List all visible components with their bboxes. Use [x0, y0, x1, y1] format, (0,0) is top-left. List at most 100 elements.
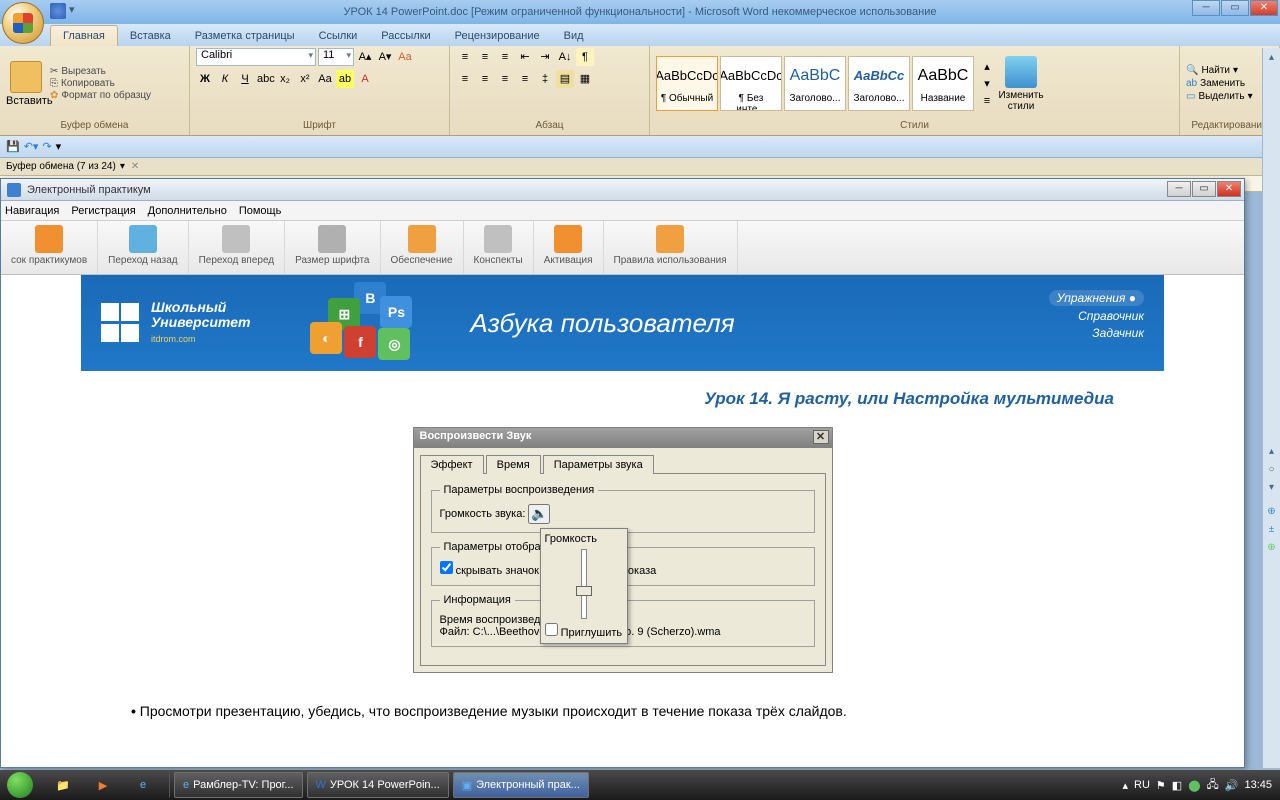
paste-button[interactable]: Вставить [6, 59, 46, 107]
task-word[interactable]: WУРОК 14 PowerPoin... [307, 772, 449, 798]
pin-explorer[interactable]: 📁 [44, 772, 82, 798]
style-nospacing[interactable]: AaBbCcDc¶ Без инте... [720, 56, 782, 111]
tb-rules[interactable]: Правила использования [604, 221, 738, 274]
lang-indicator[interactable]: RU [1134, 779, 1150, 791]
tb-fontsize[interactable]: Размер шрифта [285, 221, 380, 274]
gallery-more-button[interactable]: ≡ [978, 92, 996, 108]
menu-nav[interactable]: Навигация [5, 205, 59, 217]
pin-ie[interactable]: e [124, 772, 162, 798]
scroll-up-icon[interactable]: ▴ [1265, 52, 1279, 66]
font-color-button[interactable]: A [356, 70, 374, 88]
redo-button[interactable]: ↷ [42, 140, 51, 153]
zoom-plus-icon[interactable]: ⊕ [1265, 542, 1279, 556]
dlg-tab-effect[interactable]: Эффект [420, 455, 484, 474]
pane-close-button[interactable]: ✕ [131, 161, 139, 172]
qat-more-button[interactable]: ▾ [56, 140, 62, 153]
pw-close-button[interactable]: ✕ [1217, 181, 1241, 197]
task-rambler[interactable]: eРамблер-TV: Прог... [174, 772, 303, 798]
pw-maximize-button[interactable]: ▭ [1192, 181, 1216, 197]
link-exercises[interactable]: Упражнения ● [1049, 290, 1144, 306]
browse-next-icon[interactable]: ▾ [1265, 482, 1279, 496]
save-icon[interactable]: 💾 [6, 140, 20, 153]
browse-prev-icon[interactable]: ▴ [1265, 446, 1279, 460]
bold-button[interactable]: Ж [196, 70, 214, 88]
numbering-button[interactable]: ≡ [476, 48, 494, 66]
tab-review[interactable]: Рецензирование [443, 26, 552, 46]
tray-icon-3[interactable]: ⬤ [1188, 779, 1200, 792]
task-practicum[interactable]: ▣Электронный прак... [453, 772, 589, 798]
select-button[interactable]: ▭Выделить ▾ [1186, 91, 1253, 102]
style-title[interactable]: AaBbCНазвание [912, 56, 974, 111]
line-spacing-button[interactable]: ‡ [536, 70, 554, 88]
style-h1[interactable]: AaBbCЗаголово... [784, 56, 846, 111]
dialog-close-button[interactable]: ✕ [813, 430, 829, 444]
pin-player[interactable]: ▶ [84, 772, 122, 798]
word-maximize-button[interactable]: ▭ [1221, 0, 1249, 16]
format-painter-button[interactable]: ✿Формат по образцу [50, 90, 151, 101]
tab-view[interactable]: Вид [552, 26, 596, 46]
office-button[interactable] [2, 2, 44, 44]
start-button[interactable] [0, 770, 40, 800]
tab-refs[interactable]: Ссылки [307, 26, 370, 46]
find-button[interactable]: 🔍Найти ▾ [1186, 65, 1253, 76]
tab-mail[interactable]: Рассылки [369, 26, 442, 46]
align-right-button[interactable]: ≡ [496, 70, 514, 88]
strike-button[interactable]: abc [256, 70, 274, 88]
mute-checkbox[interactable]: Приглушить [545, 627, 623, 639]
borders-button[interactable]: ▦ [576, 70, 594, 88]
style-normal[interactable]: AaBbCcDc¶ Обычный [656, 56, 718, 111]
vertical-scrollbar[interactable]: ▴ ▴ ○ ▾ ⊕ ± ⊕ [1262, 48, 1280, 768]
shrink-font-button[interactable]: A▾ [376, 48, 394, 66]
volume-slider[interactable] [581, 549, 587, 619]
link-problems[interactable]: Задачник [1049, 326, 1144, 340]
align-left-button[interactable]: ≡ [456, 70, 474, 88]
menu-reg[interactable]: Регистрация [71, 205, 135, 217]
style-h2[interactable]: AaBbCcЗаголово... [848, 56, 910, 111]
qat-dropdown-icon[interactable]: ▾ [69, 3, 85, 19]
font-name-combo[interactable]: Calibri [196, 48, 316, 66]
tb-list[interactable]: сок практикумов [1, 221, 98, 274]
volume-button[interactable]: 🔈 [528, 504, 550, 524]
tb-back[interactable]: Переход назад [98, 221, 188, 274]
replace-button[interactable]: abЗаменить [1186, 78, 1253, 89]
justify-button[interactable]: ≡ [516, 70, 534, 88]
align-center-button[interactable]: ≡ [476, 70, 494, 88]
tb-activate[interactable]: Активация [534, 221, 604, 274]
zoom-in-icon[interactable]: ± [1265, 524, 1279, 538]
menu-help[interactable]: Помощь [239, 205, 282, 217]
multilevel-button[interactable]: ≡ [496, 48, 514, 66]
slider-thumb[interactable] [576, 586, 592, 596]
word-minimize-button[interactable]: ─ [1192, 0, 1220, 16]
undo-button[interactable]: ↶▾ [24, 140, 39, 153]
pw-minimize-button[interactable]: ─ [1167, 181, 1191, 197]
dlg-tab-sound[interactable]: Параметры звука [543, 455, 654, 474]
browse-object-icon[interactable]: ○ [1265, 464, 1279, 478]
tray-icon-1[interactable]: ⚑ [1156, 779, 1166, 792]
highlight-button[interactable]: ab [336, 70, 354, 88]
qat-save-icon[interactable] [50, 3, 66, 19]
change-styles-button[interactable]: Изменить стили [996, 54, 1046, 112]
sort-button[interactable]: A↓ [556, 48, 574, 66]
word-close-button[interactable]: ✕ [1250, 0, 1278, 16]
gallery-down-button[interactable]: ▾ [978, 75, 996, 91]
bullets-button[interactable]: ≡ [456, 48, 474, 66]
clock[interactable]: 13:45 [1244, 779, 1272, 791]
link-reference[interactable]: Справочник [1049, 309, 1144, 323]
case-button[interactable]: Aa [316, 70, 334, 88]
indent-dec-button[interactable]: ⇤ [516, 48, 534, 66]
show-marks-button[interactable]: ¶ [576, 48, 594, 66]
indent-inc-button[interactable]: ⇥ [536, 48, 554, 66]
tb-fwd[interactable]: Переход вперед [189, 221, 286, 274]
copy-button[interactable]: ⎘Копировать [50, 78, 151, 89]
menu-more[interactable]: Дополнительно [148, 205, 227, 217]
underline-button[interactable]: Ч [236, 70, 254, 88]
gallery-up-button[interactable]: ▴ [978, 58, 996, 74]
tb-notes[interactable]: Конспекты [464, 221, 534, 274]
tb-resources[interactable]: Обеспечение [381, 221, 464, 274]
font-size-combo[interactable]: 11 [318, 48, 354, 66]
network-icon[interactable]: 🖧 [1207, 776, 1219, 795]
tab-insert[interactable]: Вставка [118, 26, 183, 46]
italic-button[interactable]: К [216, 70, 234, 88]
shading-button[interactable]: ▤ [556, 70, 574, 88]
tray-expand-icon[interactable]: ▴ [1122, 779, 1128, 792]
